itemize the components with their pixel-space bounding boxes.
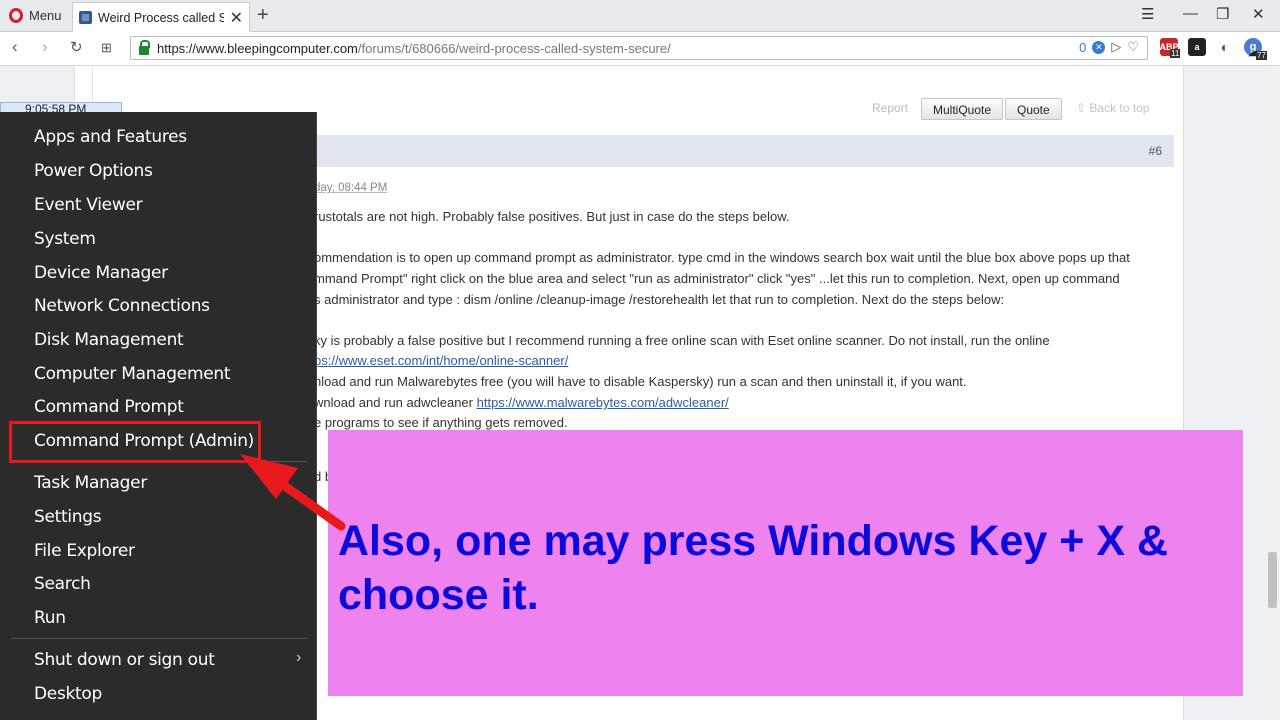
page-scrollbar[interactable] bbox=[1265, 66, 1280, 720]
post-line-9: e programs to see if anything gets remov… bbox=[314, 415, 568, 430]
bookmark-heart-icon[interactable]: ♡ bbox=[1127, 39, 1139, 55]
amazon-assistant-icon[interactable]: a bbox=[1188, 38, 1206, 56]
adblock-count: 11 bbox=[1170, 49, 1181, 58]
post-line-3: mmand Prompt" right click on the blue ar… bbox=[314, 271, 1120, 286]
menu-item-desktop[interactable]: Desktop bbox=[34, 684, 102, 704]
share-icon[interactable]: ▷ bbox=[1111, 39, 1121, 55]
post-line-4: s administrator and type : dism /online … bbox=[314, 292, 1005, 307]
back-to-top-label: Back to top bbox=[1089, 101, 1150, 115]
multiquote-button[interactable]: MultiQuote bbox=[921, 98, 1004, 120]
tab-active[interactable]: Weird Process called Syste ✕ bbox=[72, 2, 250, 32]
menu-separator bbox=[11, 638, 307, 639]
restore-icon[interactable]: ❐ bbox=[1216, 5, 1229, 23]
menu-item-disk-management[interactable]: Disk Management bbox=[34, 330, 184, 350]
post-line-8-text: wnload and run adwcleaner bbox=[314, 395, 477, 410]
browser-tab-bar: Menu Weird Process called Syste ✕ + ☰ — … bbox=[0, 0, 1280, 32]
post-line-2: ommendation is to open up command prompt… bbox=[314, 250, 1130, 265]
scrollbar-thumb[interactable] bbox=[1268, 552, 1277, 608]
menu-item-command-prompt[interactable]: Command Prompt bbox=[34, 397, 184, 417]
adwcleaner-link[interactable]: https://www.malwarebytes.com/adwcleaner/ bbox=[477, 395, 729, 410]
url-path: /forums/t/680666/weird-process-called-sy… bbox=[357, 40, 671, 56]
opera-menu-button[interactable]: Menu bbox=[0, 0, 68, 31]
tab-close-icon[interactable]: ✕ bbox=[230, 8, 243, 28]
menu-item-power-options[interactable]: Power Options bbox=[34, 161, 153, 181]
report-link[interactable]: Report bbox=[872, 101, 908, 115]
opera-logo-icon bbox=[9, 8, 23, 23]
tab-list-icon[interactable]: ☰ bbox=[1141, 5, 1154, 23]
post-line-7: nload and run Malwarebytes free (you wil… bbox=[314, 374, 967, 389]
winx-quick-link-menu: Apps and Features Power Options Event Vi… bbox=[0, 112, 317, 720]
site-favicon-icon bbox=[79, 11, 92, 24]
menu-item-task-manager[interactable]: Task Manager bbox=[34, 473, 147, 493]
url-bar-actions: 0 ✕ ▷ ♡ bbox=[1079, 39, 1139, 55]
forward-icon[interactable]: › bbox=[42, 37, 48, 57]
annotation-text: Also, one may press Windows Key + X & ch… bbox=[338, 517, 1168, 619]
post-line-1: rustotals are not high. Probably false p… bbox=[314, 209, 790, 224]
menu-item-settings[interactable]: Settings bbox=[34, 507, 102, 527]
post-header-bar: #6 bbox=[317, 135, 1174, 167]
menu-item-search[interactable]: Search bbox=[34, 574, 91, 594]
close-window-icon[interactable]: ✕ bbox=[1252, 5, 1265, 23]
url-host: https://www.bleepingcomputer.com bbox=[157, 40, 358, 56]
back-icon[interactable]: ‹ bbox=[12, 37, 18, 57]
menu-item-device-manager[interactable]: Device Manager bbox=[34, 263, 168, 283]
reload-icon[interactable]: ↻ bbox=[70, 38, 83, 56]
browser-toolbar: ‹ › ↻ ⊞ https://www.bleepingcomputer.com… bbox=[0, 32, 1280, 66]
new-tab-plus-icon[interactable]: + bbox=[257, 4, 269, 27]
post-number[interactable]: #6 bbox=[1149, 144, 1162, 158]
ad-block-icon[interactable]: ✕ bbox=[1092, 40, 1106, 54]
url-text[interactable]: https://www.bleepingcomputer.com/forums/… bbox=[157, 41, 671, 56]
menu-item-shut-down-or-sign-out[interactable]: Shut down or sign out bbox=[34, 650, 215, 670]
menu-item-system[interactable]: System bbox=[34, 229, 96, 249]
speed-dial-grid-icon[interactable]: ⊞ bbox=[101, 40, 112, 56]
minimize-icon[interactable]: — bbox=[1183, 5, 1198, 22]
back-to-top-link[interactable]: ⇧ Back to top bbox=[1076, 101, 1149, 115]
tab-title: Weird Process called Syste bbox=[98, 10, 224, 25]
highlight-box-command-prompt-admin bbox=[9, 421, 261, 463]
menu-item-computer-management[interactable]: Computer Management bbox=[34, 364, 231, 384]
extension-count: 77 bbox=[1256, 51, 1267, 60]
menu-item-event-viewer[interactable]: Event Viewer bbox=[34, 195, 143, 215]
menu-item-run[interactable]: Run bbox=[34, 608, 66, 628]
extension-b-icon[interactable]: ◐ bbox=[1216, 38, 1234, 56]
post-line-6: ps://www.eset.com/int/home/online-scanne… bbox=[314, 353, 568, 368]
address-bar[interactable]: https://www.bleepingcomputer.com/forums/… bbox=[130, 36, 1148, 60]
post-date: day, 08:44 PM bbox=[314, 182, 388, 194]
secure-lock-icon bbox=[139, 39, 150, 55]
post-line-5: ky is probably a false positive but I re… bbox=[314, 333, 1050, 348]
menu-item-apps-and-features[interactable]: Apps and Features bbox=[34, 127, 187, 147]
ad-block-count: 0 bbox=[1079, 39, 1087, 55]
menu-item-file-explorer[interactable]: File Explorer bbox=[34, 541, 135, 561]
arrow-up-icon: ⇧ bbox=[1076, 101, 1087, 115]
menu-label: Menu bbox=[29, 8, 62, 23]
quote-button[interactable]: Quote bbox=[1005, 98, 1062, 120]
submenu-chevron-right-icon: › bbox=[296, 649, 302, 666]
post-line-8: wnload and run adwcleaner https://www.ma… bbox=[314, 395, 729, 410]
menu-item-network-connections[interactable]: Network Connections bbox=[34, 296, 210, 316]
annotation-callout: Also, one may press Windows Key + X & ch… bbox=[328, 430, 1243, 696]
eset-scanner-link[interactable]: ps://www.eset.com/int/home/online-scanne… bbox=[314, 353, 568, 368]
